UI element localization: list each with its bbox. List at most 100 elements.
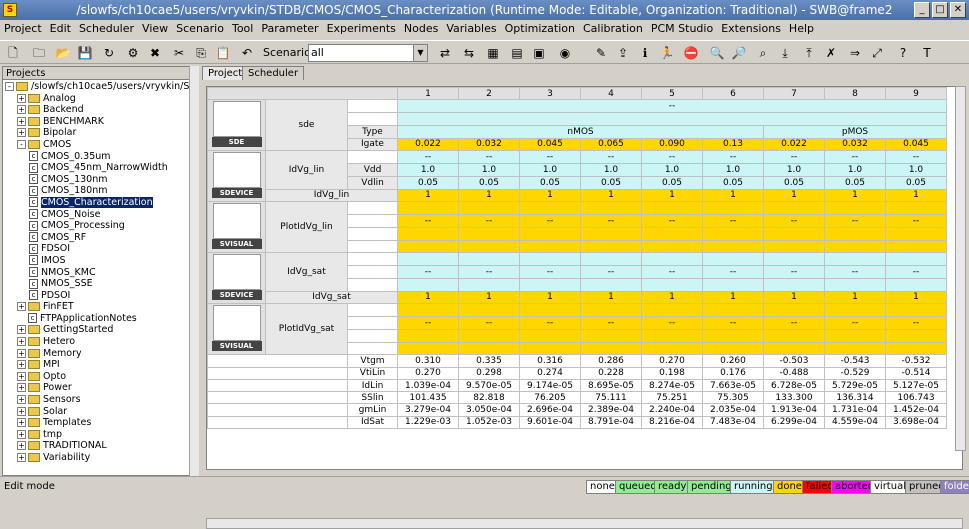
grid-cell[interactable]: -- bbox=[519, 214, 581, 228]
paste-icon[interactable]: 📋 bbox=[214, 44, 232, 62]
abort-icon[interactable]: ⛔ bbox=[682, 44, 700, 62]
grid-cell[interactable] bbox=[702, 252, 764, 267]
param-name[interactable]: Vdd bbox=[347, 163, 398, 177]
tree-item[interactable]: + Templates bbox=[3, 417, 197, 429]
tree-item[interactable]: + BENCHMARK bbox=[3, 116, 197, 128]
grid-cell[interactable]: 1 bbox=[763, 290, 825, 305]
grid-cell[interactable]: -- bbox=[885, 150, 947, 165]
cut-icon[interactable]: ✂ bbox=[170, 44, 188, 62]
grid-cell[interactable] bbox=[519, 252, 581, 267]
grid-cell[interactable] bbox=[397, 303, 459, 318]
column-header[interactable]: 2 bbox=[458, 87, 520, 101]
expand-icon[interactable]: + bbox=[17, 360, 26, 370]
grid-cell[interactable]: -- bbox=[641, 316, 703, 330]
step-name[interactable]: sde bbox=[265, 99, 348, 152]
grid-cell[interactable] bbox=[580, 252, 642, 267]
result-value[interactable]: -0.543 bbox=[824, 354, 886, 368]
undo-icon[interactable]: ↶ bbox=[238, 44, 256, 62]
grid-cell[interactable]: 1 bbox=[702, 188, 764, 203]
result-value[interactable]: 0.316 bbox=[519, 354, 581, 368]
script-icon[interactable]: ▣ bbox=[530, 44, 548, 62]
add-param-icon[interactable]: ⇆ bbox=[460, 44, 478, 62]
prune-icon[interactable]: ✗ bbox=[822, 44, 840, 62]
grid-cell[interactable]: -- bbox=[458, 265, 520, 279]
grid-cell[interactable] bbox=[458, 277, 520, 292]
upload-icon[interactable]: ⇪ bbox=[614, 44, 632, 62]
grid-cell[interactable] bbox=[397, 112, 947, 126]
grid-cell[interactable] bbox=[458, 328, 520, 343]
result-value[interactable]: 9.174e-05 bbox=[519, 378, 581, 393]
scenario-select[interactable]: all ▼ bbox=[308, 44, 428, 62]
expand-icon[interactable]: + bbox=[17, 395, 26, 405]
info-icon[interactable]: ℹ bbox=[636, 44, 654, 62]
tool-svisual1[interactable]: SVISUAL bbox=[207, 201, 266, 254]
result-value[interactable]: 0.198 bbox=[641, 366, 703, 380]
table-icon[interactable]: ▤ bbox=[508, 44, 526, 62]
result-value[interactable]: 0.228 bbox=[580, 366, 642, 380]
menu-extensions[interactable]: Extensions bbox=[717, 20, 785, 38]
grid-cell[interactable] bbox=[397, 341, 459, 356]
expand-icon[interactable]: + bbox=[17, 325, 26, 335]
grid-cell[interactable] bbox=[397, 277, 459, 292]
grid-cell[interactable]: -- bbox=[519, 265, 581, 279]
grid-cell[interactable]: 1.0 bbox=[763, 163, 825, 177]
result-name[interactable]: SSlin bbox=[347, 391, 398, 405]
refresh-icon[interactable]: ↻ bbox=[100, 44, 118, 62]
projects-scrollbar[interactable] bbox=[189, 66, 199, 476]
grid-cell[interactable] bbox=[885, 303, 947, 318]
menu-tool[interactable]: Tool bbox=[228, 20, 257, 38]
result-value[interactable]: 3.698e-04 bbox=[885, 415, 947, 430]
param-name[interactable]: Vdlin bbox=[347, 175, 398, 190]
result-value[interactable]: 8.695e-05 bbox=[580, 378, 642, 393]
expand-icon[interactable]: + bbox=[17, 93, 26, 103]
tree-item[interactable]: + tmp bbox=[3, 429, 197, 441]
grid-cell[interactable]: -- bbox=[824, 150, 886, 165]
tool-sdevice2[interactable]: SDEVICE bbox=[207, 252, 266, 305]
grid-cell[interactable] bbox=[580, 201, 642, 216]
result-value[interactable]: 5.127e-05 bbox=[885, 378, 947, 393]
grid-cell[interactable]: -- bbox=[885, 214, 947, 228]
tab-scheduler[interactable]: Scheduler bbox=[242, 66, 305, 80]
grid-cell[interactable]: 1.0 bbox=[702, 163, 764, 177]
edit-icon[interactable]: ✎ bbox=[592, 44, 610, 62]
grid-cell[interactable]: 1 bbox=[824, 188, 886, 203]
expand-icon[interactable]: + bbox=[17, 441, 26, 451]
tree-item[interactable]: + GettingStarted bbox=[3, 324, 197, 336]
param-name[interactable] bbox=[347, 252, 398, 267]
grid-cell[interactable] bbox=[824, 226, 886, 241]
grid-cell[interactable] bbox=[702, 239, 764, 254]
grid-cell[interactable]: -- bbox=[824, 265, 886, 279]
grid-cell[interactable] bbox=[702, 277, 764, 292]
result-value[interactable]: 136.314 bbox=[824, 391, 886, 405]
result-value[interactable]: -0.532 bbox=[885, 354, 947, 368]
tree-root[interactable]: -/slowfs/ch10cae5/users/vryvkin/S bbox=[3, 81, 197, 93]
grid-cell[interactable] bbox=[885, 239, 947, 254]
expand-icon[interactable]: + bbox=[17, 429, 26, 439]
grid-cell[interactable]: 1 bbox=[519, 290, 581, 305]
grid-cell[interactable]: 1 bbox=[824, 290, 886, 305]
param-name[interactable] bbox=[347, 226, 398, 241]
grid-cell[interactable]: -- bbox=[824, 316, 886, 330]
grid-cell[interactable] bbox=[519, 303, 581, 318]
extend-icon[interactable]: ⇒ bbox=[846, 44, 864, 62]
tree-item[interactable]: + FinFET bbox=[3, 301, 197, 313]
param-name[interactable] bbox=[347, 303, 398, 318]
grid-cell[interactable] bbox=[458, 239, 520, 254]
result-value[interactable]: 9.601e-04 bbox=[519, 415, 581, 430]
grid-cell[interactable]: 0.022 bbox=[397, 137, 459, 152]
expand-icon[interactable]: + bbox=[17, 337, 26, 347]
open-icon[interactable]: 📂 bbox=[54, 44, 72, 62]
grid-cell[interactable] bbox=[641, 303, 703, 318]
tree-item[interactable]: + Sensors bbox=[3, 394, 197, 406]
grid-cell[interactable] bbox=[458, 303, 520, 318]
zoom-fit-icon[interactable]: ⌕ bbox=[754, 44, 772, 62]
grid-cell[interactable] bbox=[885, 201, 947, 216]
menu-edit[interactable]: Edit bbox=[46, 20, 75, 38]
grid-cell[interactable] bbox=[580, 239, 642, 254]
grid-cell[interactable] bbox=[519, 341, 581, 356]
grid-cell[interactable]: -- bbox=[702, 316, 764, 330]
result-value[interactable]: 6.728e-05 bbox=[763, 378, 825, 393]
result-value[interactable]: 133.300 bbox=[763, 391, 825, 405]
column-header[interactable]: 4 bbox=[580, 87, 642, 101]
grid-cell[interactable]: 1.0 bbox=[824, 163, 886, 177]
